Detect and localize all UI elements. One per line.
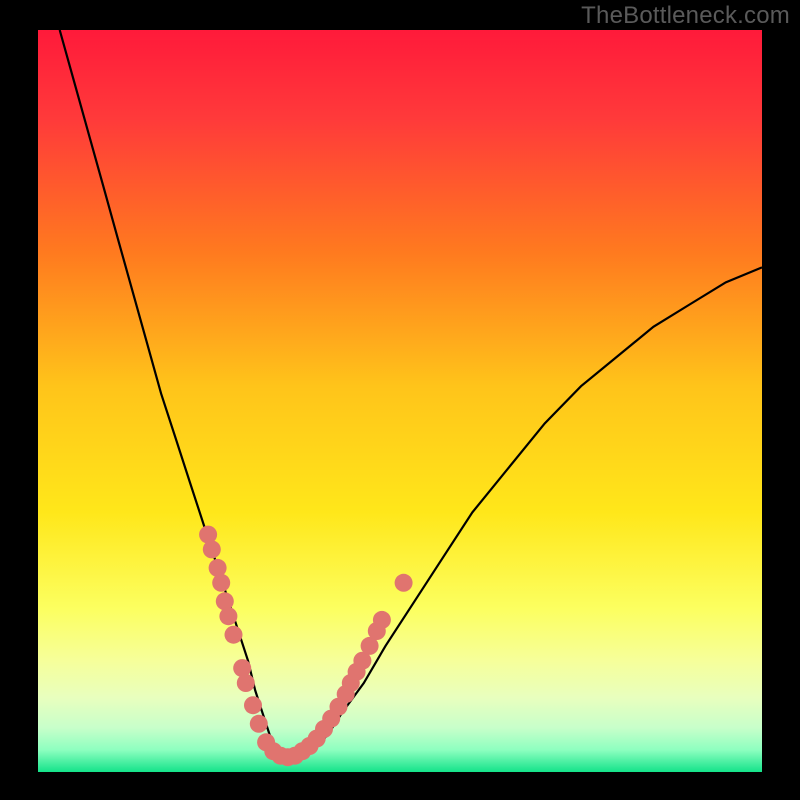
data-dot bbox=[244, 696, 262, 714]
data-dot bbox=[233, 659, 251, 677]
outer-black-frame: TheBottleneck.com bbox=[0, 0, 800, 800]
data-dot bbox=[225, 626, 243, 644]
data-dot bbox=[395, 574, 413, 592]
bottleneck-chart bbox=[0, 0, 800, 800]
gradient-plot-area bbox=[38, 30, 762, 772]
data-dot bbox=[203, 540, 221, 558]
data-dot bbox=[216, 592, 234, 610]
data-dot bbox=[219, 607, 237, 625]
watermark-text: TheBottleneck.com bbox=[581, 2, 790, 30]
data-dot bbox=[212, 574, 230, 592]
data-dot bbox=[237, 674, 255, 692]
data-dot bbox=[209, 559, 227, 577]
data-dot bbox=[373, 611, 391, 629]
data-dot bbox=[250, 715, 268, 733]
